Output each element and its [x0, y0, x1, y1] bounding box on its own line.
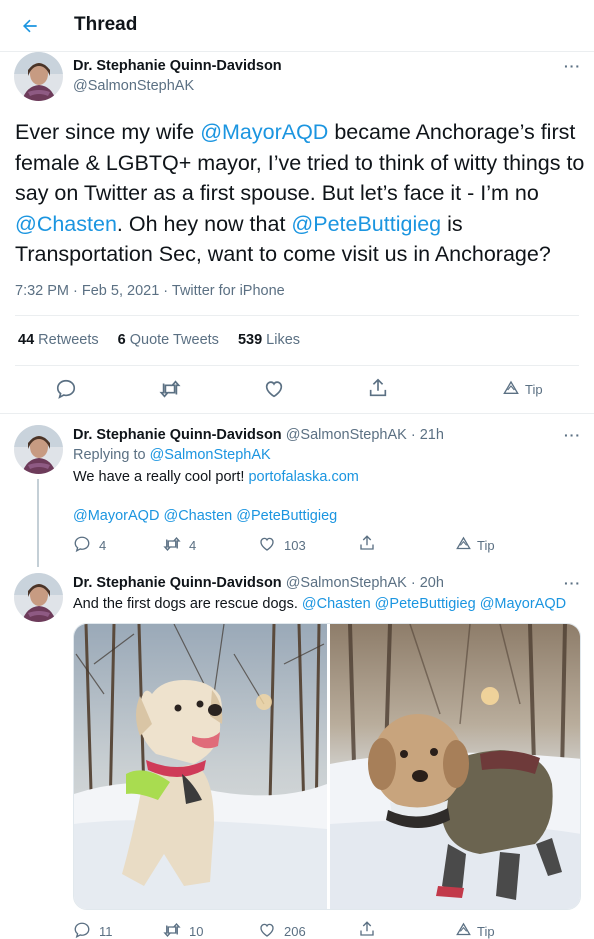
reply-button[interactable]: 4	[73, 535, 106, 556]
dog-photo-left[interactable]	[74, 624, 327, 909]
reply-icon	[73, 921, 91, 939]
more-icon[interactable]: ···	[564, 58, 581, 74]
divider	[15, 315, 579, 316]
likes-stat[interactable]: 539 Likes	[238, 332, 300, 348]
mention-link[interactable]: @SalmonStephAK	[150, 447, 271, 463]
tweet-stats: 44 Retweets 6 Quote Tweets 539 Likes	[18, 332, 300, 348]
tip-label: Tip	[477, 923, 495, 939]
share-icon[interactable]	[358, 534, 376, 557]
author-handle[interactable]: @SalmonStephAK	[286, 575, 407, 591]
tweet-text-segment: And the first dogs are rescue dogs.	[73, 596, 302, 612]
share-icon[interactable]	[358, 920, 376, 939]
retweet-count: 10	[189, 924, 204, 939]
retweet-button[interactable]: 4	[163, 535, 196, 556]
mention-link[interactable]: @MayorAQD	[200, 120, 328, 144]
url-link[interactable]: portofalaska.com	[248, 469, 358, 485]
author-handle[interactable]: @SalmonStephAK	[73, 78, 194, 94]
mention-link[interactable]: @Chasten	[302, 596, 371, 612]
retweet-icon	[163, 921, 181, 939]
tweet-time[interactable]: · 21h	[411, 427, 444, 443]
avatar[interactable]	[14, 425, 63, 474]
mention-link[interactable]: @PeteButtigieg	[375, 596, 476, 612]
quote-tweets-stat[interactable]: 6 Quote Tweets	[118, 332, 219, 348]
reply-header: Dr. Stephanie Quinn-Davidson @SalmonStep…	[73, 425, 444, 445]
like-icon[interactable]	[263, 378, 285, 405]
replying-to: Replying to @SalmonStephAK	[73, 445, 271, 465]
more-icon[interactable]: ···	[564, 575, 581, 591]
tip-icon	[503, 380, 519, 399]
like-icon	[258, 535, 276, 556]
retweet-icon[interactable]	[159, 378, 181, 405]
mention-link[interactable]: @MayorAQD	[480, 596, 566, 612]
mention-link[interactable]: @MayorAQD	[73, 508, 159, 524]
retweet-button[interactable]: 10	[163, 921, 203, 939]
tip-icon	[456, 922, 471, 939]
avatar[interactable]	[14, 573, 63, 622]
share-icon[interactable]	[367, 377, 389, 404]
divider	[0, 413, 594, 414]
media-grid	[73, 623, 581, 910]
tip-button[interactable]: Tip	[456, 536, 495, 554]
reply-count: 11	[99, 924, 113, 939]
tweet-text-segment: . Oh hey now that	[116, 211, 292, 236]
author-handle[interactable]: @SalmonStephAK	[286, 427, 407, 443]
tweet-timestamp[interactable]: 7:32 PM · Feb 5, 2021 · Twitter for iPho…	[15, 283, 285, 299]
tip-label: Tip	[477, 537, 495, 553]
mention-link[interactable]: @Chasten	[15, 212, 117, 236]
tweet-time[interactable]: · 20h	[411, 575, 444, 591]
avatar[interactable]	[14, 52, 63, 101]
retweet-icon	[163, 535, 181, 556]
reply-icon[interactable]	[55, 378, 77, 405]
tweet-text: And the first dogs are rescue dogs. @Cha…	[73, 594, 566, 614]
tweet-text: We have a really cool port! portofalaska…	[73, 467, 359, 487]
tweet-text: Ever since my wife @MayorAQD became Anch…	[15, 117, 585, 270]
page-title: Thread	[74, 14, 138, 35]
dog-photo-right[interactable]	[330, 624, 580, 909]
retweet-count: 4	[189, 538, 197, 553]
author-name[interactable]: Dr. Stephanie Quinn-Davidson	[73, 58, 282, 74]
mention-link[interactable]: @PeteButtigieg	[236, 508, 337, 524]
author-name[interactable]: Dr. Stephanie Quinn-Davidson	[73, 427, 282, 443]
tweet-mentions: @MayorAQD @Chasten @PeteButtigieg	[73, 506, 337, 526]
tweet-text-segment: Ever since my wife	[15, 120, 201, 144]
mention-link[interactable]: @Chasten	[163, 508, 232, 524]
reply-header: Dr. Stephanie Quinn-Davidson @SalmonStep…	[73, 573, 444, 593]
tweet-text-segment: We have a really cool port!	[73, 469, 249, 485]
tip-button[interactable]: Tip	[456, 922, 495, 939]
tip-label: Tip	[525, 382, 543, 397]
like-button[interactable]: 103	[258, 535, 306, 556]
header-bar: Thread	[0, 0, 594, 52]
retweets-stat[interactable]: 44 Retweets	[18, 332, 99, 348]
thread-connector	[37, 479, 39, 567]
tip-icon	[456, 536, 471, 554]
author-name[interactable]: Dr. Stephanie Quinn-Davidson	[73, 575, 282, 591]
divider	[15, 365, 579, 366]
reply-button[interactable]: 11	[73, 921, 113, 939]
like-count: 206	[284, 924, 306, 939]
reply-icon	[73, 535, 91, 556]
like-icon	[258, 921, 276, 939]
like-count: 103	[284, 538, 306, 553]
reply-count: 4	[99, 538, 107, 553]
like-button[interactable]: 206	[258, 921, 306, 939]
more-icon[interactable]: ···	[564, 427, 581, 443]
back-arrow-icon[interactable]	[14, 10, 46, 42]
mention-link[interactable]: @PeteButtigieg	[291, 212, 441, 236]
replying-to-label: Replying to	[73, 447, 146, 463]
tip-button[interactable]: Tip	[503, 380, 543, 399]
